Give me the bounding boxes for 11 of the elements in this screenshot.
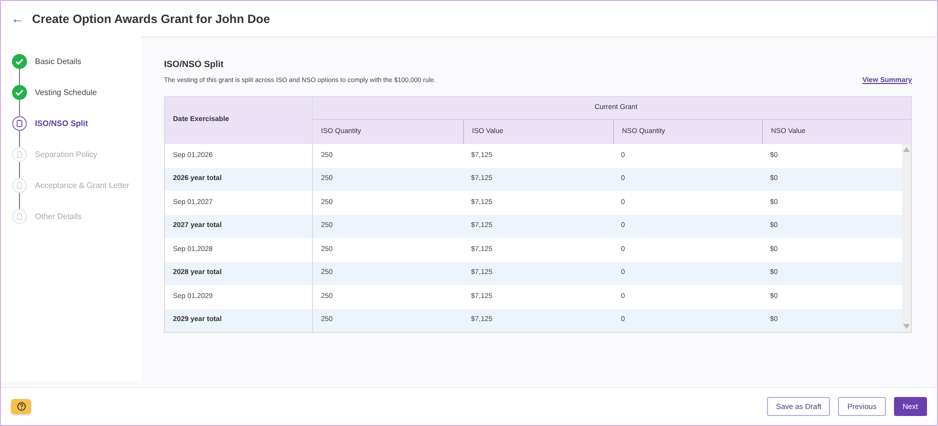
page-title: Create Option Awards Grant for John Doe bbox=[32, 10, 270, 28]
section-title: ISO/NSO Split bbox=[164, 58, 224, 71]
scroll-down-icon[interactable] bbox=[903, 324, 910, 329]
scroll-up-icon[interactable] bbox=[903, 147, 910, 152]
step-label[interactable]: ISO/NSO Split bbox=[35, 118, 88, 130]
step-label[interactable]: Basic Details bbox=[35, 56, 82, 68]
help-button[interactable] bbox=[11, 399, 31, 414]
help-icon bbox=[16, 402, 26, 411]
step-label[interactable]: Vesting Schedule bbox=[35, 86, 97, 98]
back-button[interactable]: ← bbox=[11, 12, 24, 25]
scrollbar[interactable] bbox=[902, 144, 911, 332]
